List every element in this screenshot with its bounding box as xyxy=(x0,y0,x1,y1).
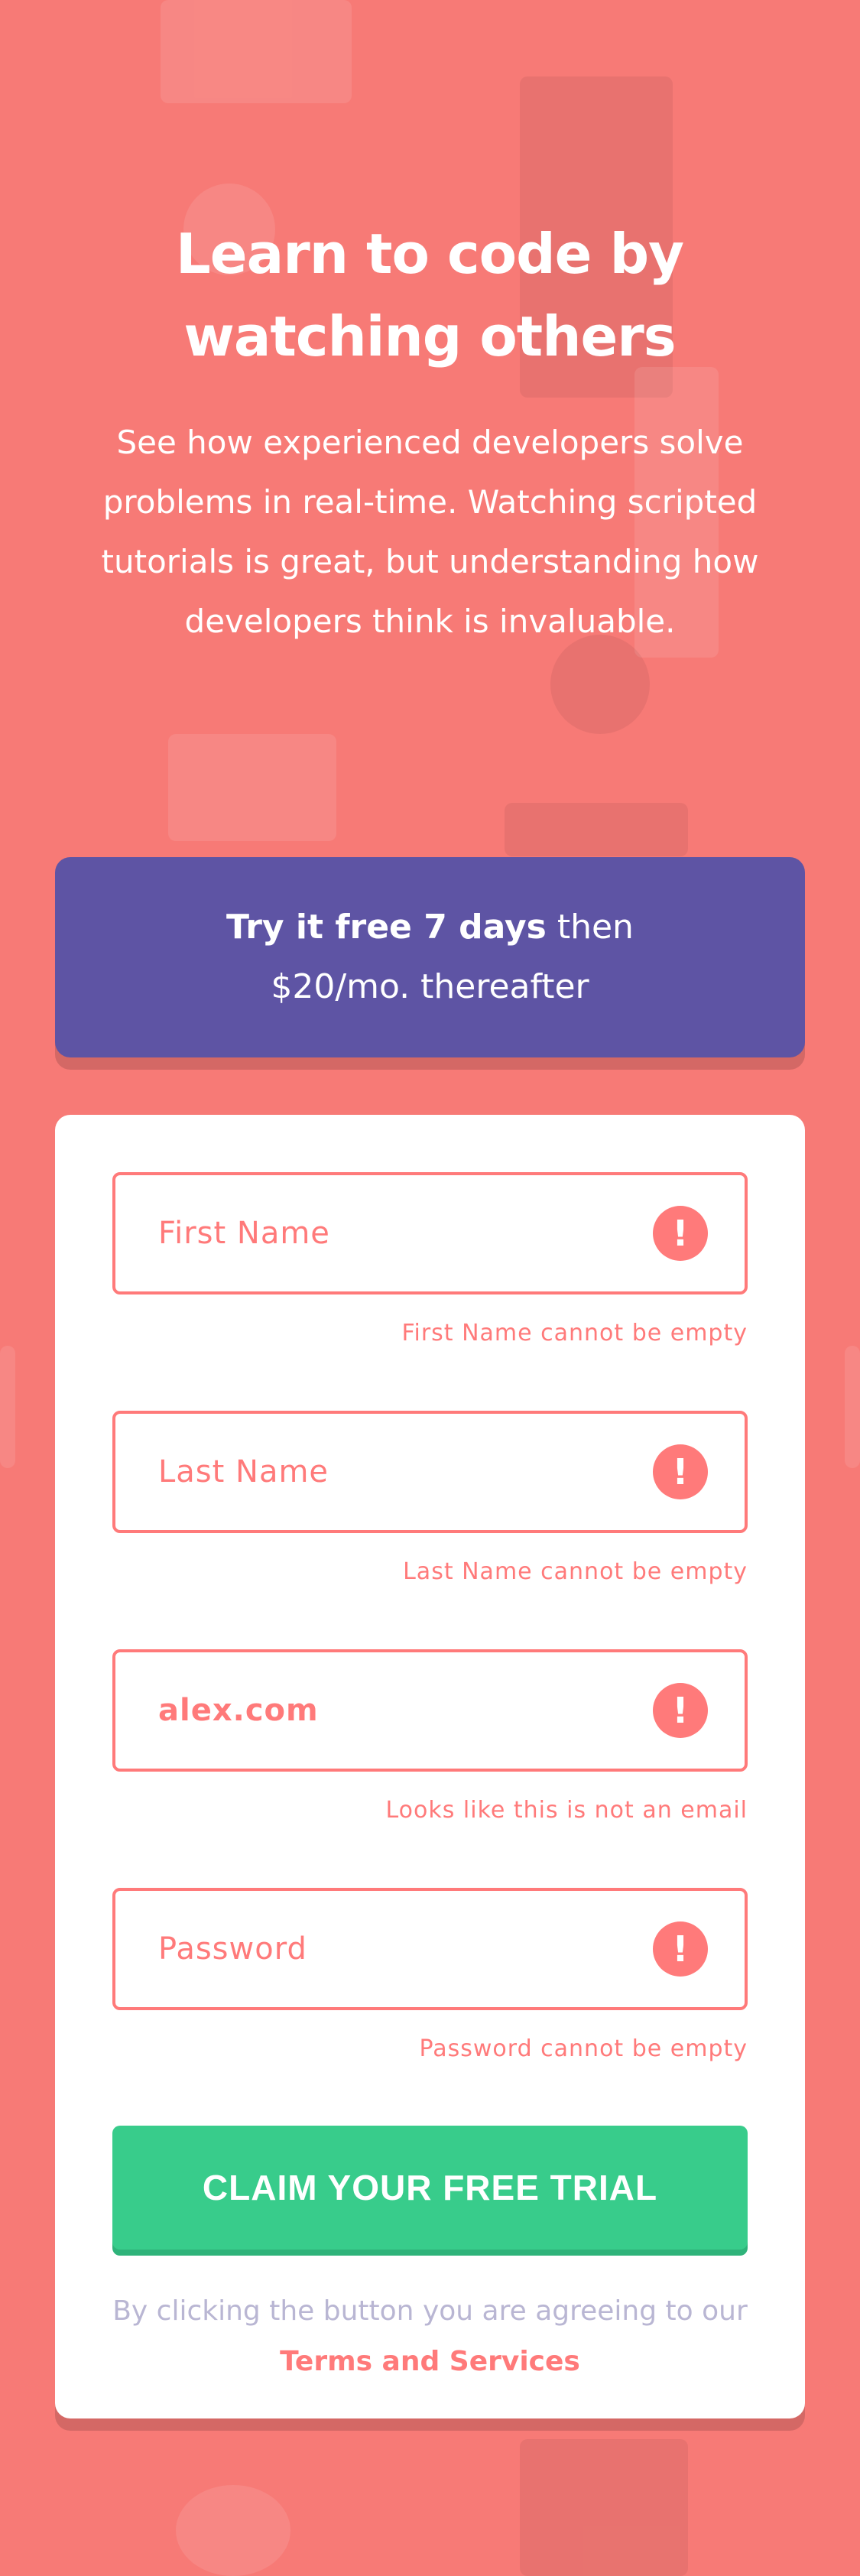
email-field[interactable]: alex.com ! xyxy=(112,1649,748,1772)
last-name-field[interactable]: Last Name ! xyxy=(112,1411,748,1533)
signup-form: First Name ! First Name cannot be empty … xyxy=(55,1115,805,2418)
error-icon: ! xyxy=(653,1444,708,1499)
bg-bottom-network-shape xyxy=(176,2485,290,2576)
claim-trial-button[interactable]: CLAIM YOUR FREE TRIAL xyxy=(112,2126,748,2250)
offer-text: Try it free 7 days then $20/mo. thereaft… xyxy=(201,898,660,1017)
page-title: Learn to code by watching others xyxy=(175,222,684,369)
first-name-error: First Name cannot be empty xyxy=(401,1320,748,1346)
bg-house-shape xyxy=(161,0,352,103)
bg-side-shape-left xyxy=(0,1346,15,1468)
password-field[interactable]: Password ! xyxy=(112,1888,748,2010)
error-icon: ! xyxy=(653,1206,708,1261)
password-error: Password cannot be empty xyxy=(419,2035,748,2062)
bg-chat-shape xyxy=(168,734,336,841)
password-input[interactable]: Password xyxy=(158,1891,307,2007)
terms-link[interactable]: Terms and Services xyxy=(280,2346,580,2377)
error-icon: ! xyxy=(653,1683,708,1738)
last-name-input[interactable]: Last Name xyxy=(158,1414,329,1530)
first-name-field[interactable]: First Name ! xyxy=(112,1172,748,1294)
last-name-error: Last Name cannot be empty xyxy=(403,1558,748,1585)
bg-side-shape-right xyxy=(845,1346,860,1468)
bg-bottom-tool-shape xyxy=(520,2439,688,2576)
terms-notice: By clicking the button you are agreeing … xyxy=(112,2286,748,2387)
hero-description: See how experienced developers solve pro… xyxy=(101,424,759,640)
error-icon: ! xyxy=(653,1921,708,1977)
bg-window-shape xyxy=(505,803,688,856)
offer-banner: Try it free 7 days then $20/mo. thereaft… xyxy=(55,857,805,1057)
offer-strong-text: Try it free 7 days xyxy=(226,908,547,947)
terms-prefix: By clicking the button you are agreeing … xyxy=(112,2295,748,2327)
email-input[interactable]: alex.com xyxy=(158,1652,319,1769)
email-error: Looks like this is not an email xyxy=(385,1797,748,1824)
first-name-input[interactable]: First Name xyxy=(158,1175,330,1291)
